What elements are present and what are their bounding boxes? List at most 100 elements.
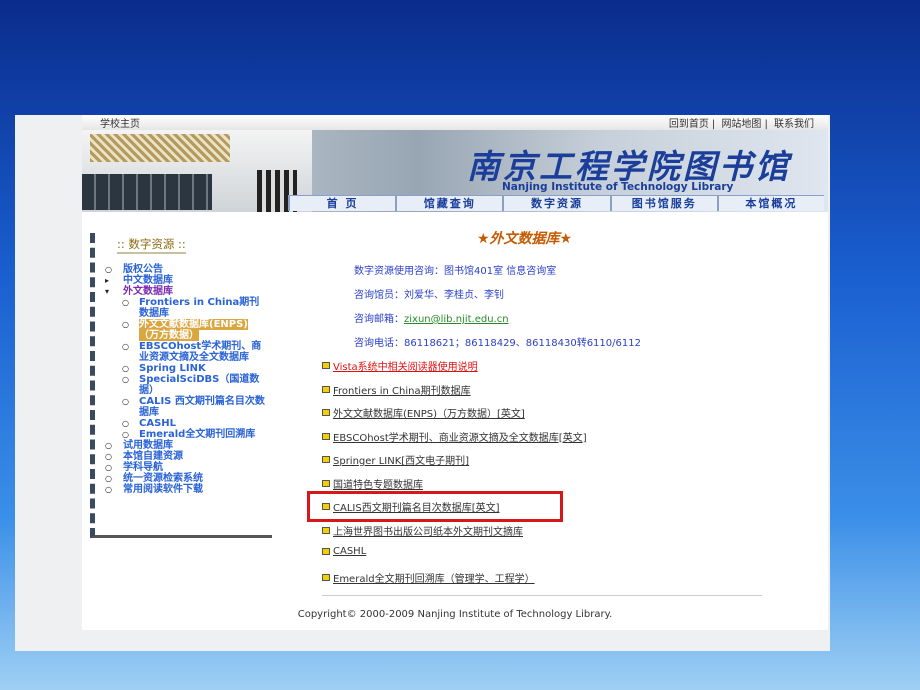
database-list-item: Emerald全文期刊回溯库（管理学、工程学） — [322, 570, 535, 585]
nav-services[interactable]: 图书馆服务 — [609, 196, 717, 211]
square-bullet-icon — [322, 479, 330, 487]
sidebar-item-label: 版权公告 — [123, 264, 163, 275]
sidebar-item-label: CASHL — [139, 418, 177, 429]
square-bullet-icon — [322, 362, 330, 369]
sidebar-item-label: 试用数据库 — [123, 440, 173, 451]
nav-digital[interactable]: 数字资源 — [502, 196, 609, 211]
sidebar-item-label: EBSCOhost学术期刊、商业资源文摘及全文数据库 — [139, 341, 262, 363]
database-list-item: CASHL — [322, 546, 366, 557]
nav-about[interactable]: 本馆概况 — [716, 196, 824, 211]
contact-link[interactable]: 联系我们 — [774, 119, 814, 130]
sidebar-item-label: Spring LINK — [139, 363, 206, 374]
database-link[interactable]: Emerald全文期刊回溯库（管理学、工程学） — [333, 570, 535, 585]
square-bullet-icon — [322, 385, 330, 393]
consult-info: 数字资源使用咨询：图书馆401室 信息咨询室 — [354, 266, 557, 277]
database-link[interactable]: 外文文献数据库(ENPS)（万方数据）[英文] — [333, 405, 525, 420]
sidebar-item-label: 统一资源检索系统 — [123, 473, 203, 484]
sidebar-item[interactable]: ○ 学科导航 — [95, 462, 272, 473]
sidebar-item[interactable]: ○ 试用数据库 — [95, 440, 272, 451]
main-nav: 首 页 馆藏查询 数字资源 图书馆服务 本馆概况 — [288, 195, 824, 211]
database-list-item: 上海世界图书出版公司纸本外文期刊文摘库 — [322, 523, 523, 538]
sidebar-item[interactable]: ○ 常用阅读软件下载 — [95, 484, 272, 495]
sidebar-item[interactable]: ○ Emerald全文期刊回溯库 — [95, 429, 267, 440]
circle-bullet-icon: ○ — [122, 320, 129, 329]
sidebar-item[interactable]: ○ Frontiers in China期刊数据库 — [95, 297, 267, 319]
database-list-item: EBSCOhost学术期刊、商业资源文摘及全文数据库[英文] — [322, 429, 587, 444]
banner: 南京工程学院图书馆 Nanjing Institute of Technolog… — [82, 130, 828, 212]
email-link[interactable]: zixun@lib.njit.edu.cn — [404, 314, 509, 325]
database-link[interactable]: CASHL — [333, 546, 366, 557]
sidebar-item[interactable]: ○ SpecialSciDBS（国道数据） — [95, 374, 267, 396]
database-link[interactable]: Springer LINK[西文电子期刊] — [333, 452, 469, 467]
sidebar-item[interactable]: ○ CASHL — [95, 418, 267, 429]
circle-bullet-icon: ○ — [105, 452, 112, 461]
database-link[interactable]: Vista系统中相关阅读器使用说明 — [333, 358, 478, 373]
circle-bullet-icon: ○ — [105, 463, 112, 472]
top-bar: 学校主页 回到首页 | 网站地图 | 联系我们 — [82, 115, 828, 130]
database-list-item: Springer LINK[西文电子期刊] — [322, 452, 469, 467]
sidebar-item-label: Frontiers in China期刊数据库 — [139, 297, 260, 319]
sidebar: :: 数字资源 :: ○ 版权公告 ▸ 中文数据库 ▾ 外文数据库 ○ Frontiers i… — [90, 233, 272, 538]
sidebar-item-label: 常用阅读软件下载 — [123, 484, 203, 495]
circle-bullet-icon: ○ — [105, 485, 112, 494]
database-list-item: 外文文献数据库(ENPS)（万方数据）[英文] — [322, 405, 525, 420]
staff-info: 咨询馆员：刘爱华、李桂贞、李钊 — [354, 290, 504, 301]
nav-catalog[interactable]: 馆藏查询 — [395, 196, 502, 211]
sidebar-item[interactable]: ○ 本馆自建资源 — [95, 451, 272, 462]
sidebar-item-label: 学科导航 — [123, 462, 163, 473]
database-link[interactable]: Frontiers in China期刊数据库 — [333, 382, 471, 397]
circle-bullet-icon: ○ — [122, 298, 129, 307]
library-page: 学校主页 回到首页 | 网站地图 | 联系我们 南京工程学院图书馆 Nanjing … — [82, 115, 828, 630]
sidebar-item-label: 本馆自建资源 — [123, 451, 183, 462]
sidebar-item-label: 外文数据库 — [123, 286, 173, 297]
building-image — [82, 130, 312, 212]
sidebar-item[interactable]: ▸ 中文数据库 — [95, 275, 272, 286]
database-list-item: Vista系统中相关阅读器使用说明 — [322, 358, 478, 373]
sidebar-item-label: CALIS 西文期刊篇名目次数据库 — [139, 396, 265, 418]
database-link[interactable]: EBSCOhost学术期刊、商业资源文摘及全文数据库[英文] — [333, 429, 587, 444]
triangle-right-bullet-icon: ▸ — [105, 276, 110, 285]
logo-en: Nanjing Institute of Technology Library — [502, 181, 734, 193]
circle-bullet-icon: ○ — [122, 419, 129, 428]
sidebar-item[interactable]: ○ EBSCOhost学术期刊、商业资源文摘及全文数据库 — [95, 341, 267, 363]
sidebar-item[interactable]: ○ 外文文献数据库(ENPS)（万方数据） — [95, 319, 267, 341]
email-info: 咨询邮箱：zixun@lib.njit.edu.cn — [354, 314, 509, 325]
circle-bullet-icon: ○ — [122, 364, 129, 373]
sidebar-item-label: Emerald全文期刊回溯库 — [139, 429, 256, 440]
square-bullet-icon — [322, 409, 330, 416]
school-home-link[interactable]: 学校主页 — [100, 115, 140, 130]
copyright: Copyright© 2000-2009 Nanjing Institute o… — [297, 609, 613, 620]
sidebar-item-label: 外文文献数据库(ENPS)（万方数据） — [139, 319, 248, 341]
sidebar-item-label: SpecialSciDBS（国道数据） — [139, 374, 260, 396]
sidebar-item[interactable]: ○ 版权公告 — [95, 264, 272, 275]
circle-bullet-icon: ○ — [122, 397, 129, 406]
circle-bullet-icon: ○ — [122, 375, 129, 384]
database-link[interactable]: 国道特色专题数据库 — [333, 476, 423, 491]
sidebar-item[interactable]: ○ CALIS 西文期刊篇名目次数据库 — [95, 396, 267, 418]
nav-home[interactable]: 首 页 — [288, 196, 395, 211]
footer-divider — [322, 595, 762, 596]
square-bullet-icon — [322, 456, 330, 463]
sitemap-link[interactable]: 网站地图 — [721, 119, 761, 130]
sidebar-item[interactable]: ○ 统一资源检索系统 — [95, 473, 272, 484]
square-bullet-icon — [322, 573, 330, 581]
circle-bullet-icon: ○ — [122, 430, 129, 439]
square-bullet-icon — [322, 432, 330, 440]
sidebar-item-label: 中文数据库 — [123, 275, 173, 286]
database-link[interactable]: 上海世界图书出版公司纸本外文期刊文摘库 — [333, 523, 523, 538]
sidebar-item[interactable]: ▾ 外文数据库 — [95, 286, 272, 297]
database-list-item: Frontiers in China期刊数据库 — [322, 382, 471, 397]
square-bullet-icon — [322, 526, 330, 534]
circle-bullet-icon: ○ — [105, 265, 112, 274]
highlight-box — [307, 491, 563, 522]
triangle-down-bullet-icon: ▾ — [105, 287, 110, 296]
sidebar-item[interactable]: ○ Spring LINK — [95, 363, 267, 374]
circle-bullet-icon: ○ — [122, 342, 129, 351]
circle-bullet-icon: ○ — [105, 474, 112, 483]
home-link[interactable]: 回到首页 — [669, 119, 709, 130]
square-bullet-icon — [322, 548, 330, 555]
database-list-item: 国道特色专题数据库 — [322, 476, 423, 491]
page-title: ★外文数据库★ — [477, 231, 573, 247]
sidebar-title: :: 数字资源 :: — [117, 236, 186, 254]
circle-bullet-icon: ○ — [105, 441, 112, 450]
